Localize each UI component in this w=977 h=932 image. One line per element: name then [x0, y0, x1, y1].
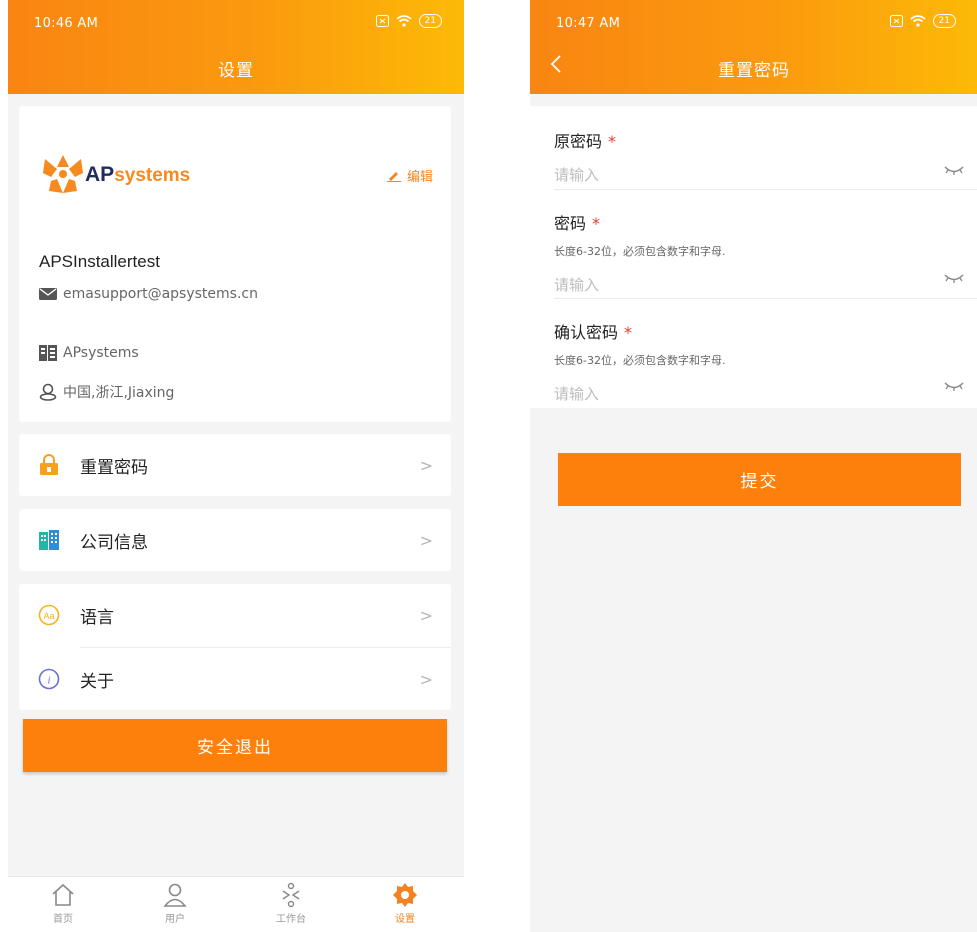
svg-text:i: i	[47, 675, 50, 687]
chevron-right-icon: >	[419, 530, 433, 550]
tab-user[interactable]: 用户	[140, 881, 210, 925]
menu-item-language[interactable]: Aa 语言 >	[19, 584, 451, 646]
menu-item-about[interactable]: i 关于 >	[19, 648, 451, 710]
location-row: 中国,浙江,Jiaxing	[39, 382, 174, 402]
menu-card-reset-password: 重置密码 >	[19, 434, 451, 496]
workbench-icon	[282, 882, 300, 908]
reset-password-header: 10:47 AM 21 重置密码	[530, 0, 977, 94]
mail-icon	[39, 288, 57, 300]
required-mark: *	[608, 132, 617, 151]
reset-password-screen: 10:47 AM 21 重置密码 原密码 * 请输入 密码 * 长度6-32位，必须…	[530, 0, 977, 932]
field-divider	[554, 298, 977, 299]
location-text: 中国,浙江,Jiaxing	[63, 385, 175, 401]
apsystems-logo: APsystems	[41, 155, 190, 195]
confirm-password-input[interactable]: 请输入	[554, 383, 944, 404]
menu-label: 公司信息	[80, 532, 148, 553]
company-building-icon	[39, 345, 57, 361]
building-icon	[37, 528, 61, 552]
menu-label: 关于	[80, 671, 114, 692]
menu-label: 语言	[80, 607, 114, 628]
password-input[interactable]: 请输入	[554, 274, 944, 295]
profile-card: APsystems 编辑 APSInstallertest emasupport…	[19, 106, 451, 422]
settings-screen: 10:46 AM 21 设置 APsystems 编辑 APSInstaller…	[8, 0, 464, 932]
old-password-label: 原密码 *	[554, 132, 617, 151]
svg-text:Aa: Aa	[43, 611, 54, 621]
company-row: APsystems	[39, 344, 139, 362]
password-hint: 长度6-32位，必须包含数字和字母.	[554, 245, 726, 258]
sim-icon	[889, 15, 903, 27]
edit-label: 编辑	[406, 170, 433, 185]
wifi-icon	[910, 15, 926, 27]
eye-closed-icon[interactable]	[944, 164, 964, 176]
home-icon	[52, 883, 74, 906]
tab-label: 设置	[395, 914, 415, 925]
tab-label: 用户	[165, 914, 185, 925]
sim-icon	[375, 15, 389, 27]
username: APSInstallertest	[39, 252, 160, 271]
page-title: 设置	[218, 61, 254, 81]
page-title: 重置密码	[718, 61, 790, 81]
menu-item-company-info[interactable]: 公司信息 >	[19, 509, 451, 571]
chevron-right-icon: >	[419, 669, 433, 689]
old-password-input[interactable]: 请输入	[554, 164, 944, 185]
battery-indicator: 21	[932, 14, 956, 28]
tab-workbench[interactable]: 工作台	[256, 881, 326, 925]
menu-card-language-about: Aa 语言 > i 关于 >	[19, 584, 451, 710]
tab-home[interactable]: 首页	[28, 881, 98, 925]
logout-button[interactable]: 安全退出	[23, 719, 447, 772]
status-time: 10:46 AM	[34, 16, 99, 31]
tab-label: 首页	[53, 914, 73, 925]
required-mark: *	[624, 323, 633, 342]
reset-password-form: 原密码 * 请输入 密码 * 长度6-32位，必须包含数字和字母. 请输入 确认密码…	[530, 106, 977, 408]
pencil-icon	[386, 171, 401, 182]
tab-label: 工作台	[276, 914, 306, 925]
eye-closed-icon[interactable]	[944, 380, 964, 392]
chevron-right-icon: >	[419, 605, 433, 625]
edit-button[interactable]: 编辑	[386, 166, 433, 185]
field-divider	[554, 189, 977, 190]
language-icon: Aa	[37, 603, 61, 627]
chevron-right-icon: >	[419, 455, 433, 475]
battery-indicator: 21	[418, 14, 442, 28]
email-row: emasupport@apsystems.cn	[39, 286, 258, 302]
location-pin-icon	[39, 383, 57, 401]
tab-settings[interactable]: 设置	[370, 881, 440, 925]
email-text: emasupport@apsystems.cn	[63, 286, 258, 302]
menu-card-company-info: 公司信息 >	[19, 509, 451, 571]
status-icons: 21	[375, 14, 442, 28]
info-icon: i	[37, 667, 61, 691]
submit-button[interactable]: 提交	[558, 453, 961, 506]
company-text: APsystems	[63, 345, 139, 361]
menu-item-reset-password[interactable]: 重置密码 >	[19, 434, 451, 496]
menu-label: 重置密码	[80, 457, 148, 478]
settings-icon	[393, 883, 417, 907]
logo-text: APsystems	[85, 163, 191, 186]
bottom-tab-bar: 首页 用户 工作台 设置	[8, 876, 464, 932]
confirm-password-label: 确认密码 *	[554, 323, 633, 342]
password-label: 密码 *	[554, 214, 601, 233]
logo-mark-icon	[43, 155, 83, 193]
settings-header: 10:46 AM 21 设置	[8, 0, 464, 94]
user-icon	[163, 883, 187, 907]
wifi-icon	[396, 15, 412, 27]
required-mark: *	[592, 214, 601, 233]
confirm-password-hint: 长度6-32位，必须包含数字和字母.	[554, 354, 726, 367]
status-icons: 21	[889, 14, 956, 28]
status-time: 10:47 AM	[556, 16, 621, 31]
eye-closed-icon[interactable]	[944, 272, 964, 284]
lock-icon	[37, 453, 61, 477]
